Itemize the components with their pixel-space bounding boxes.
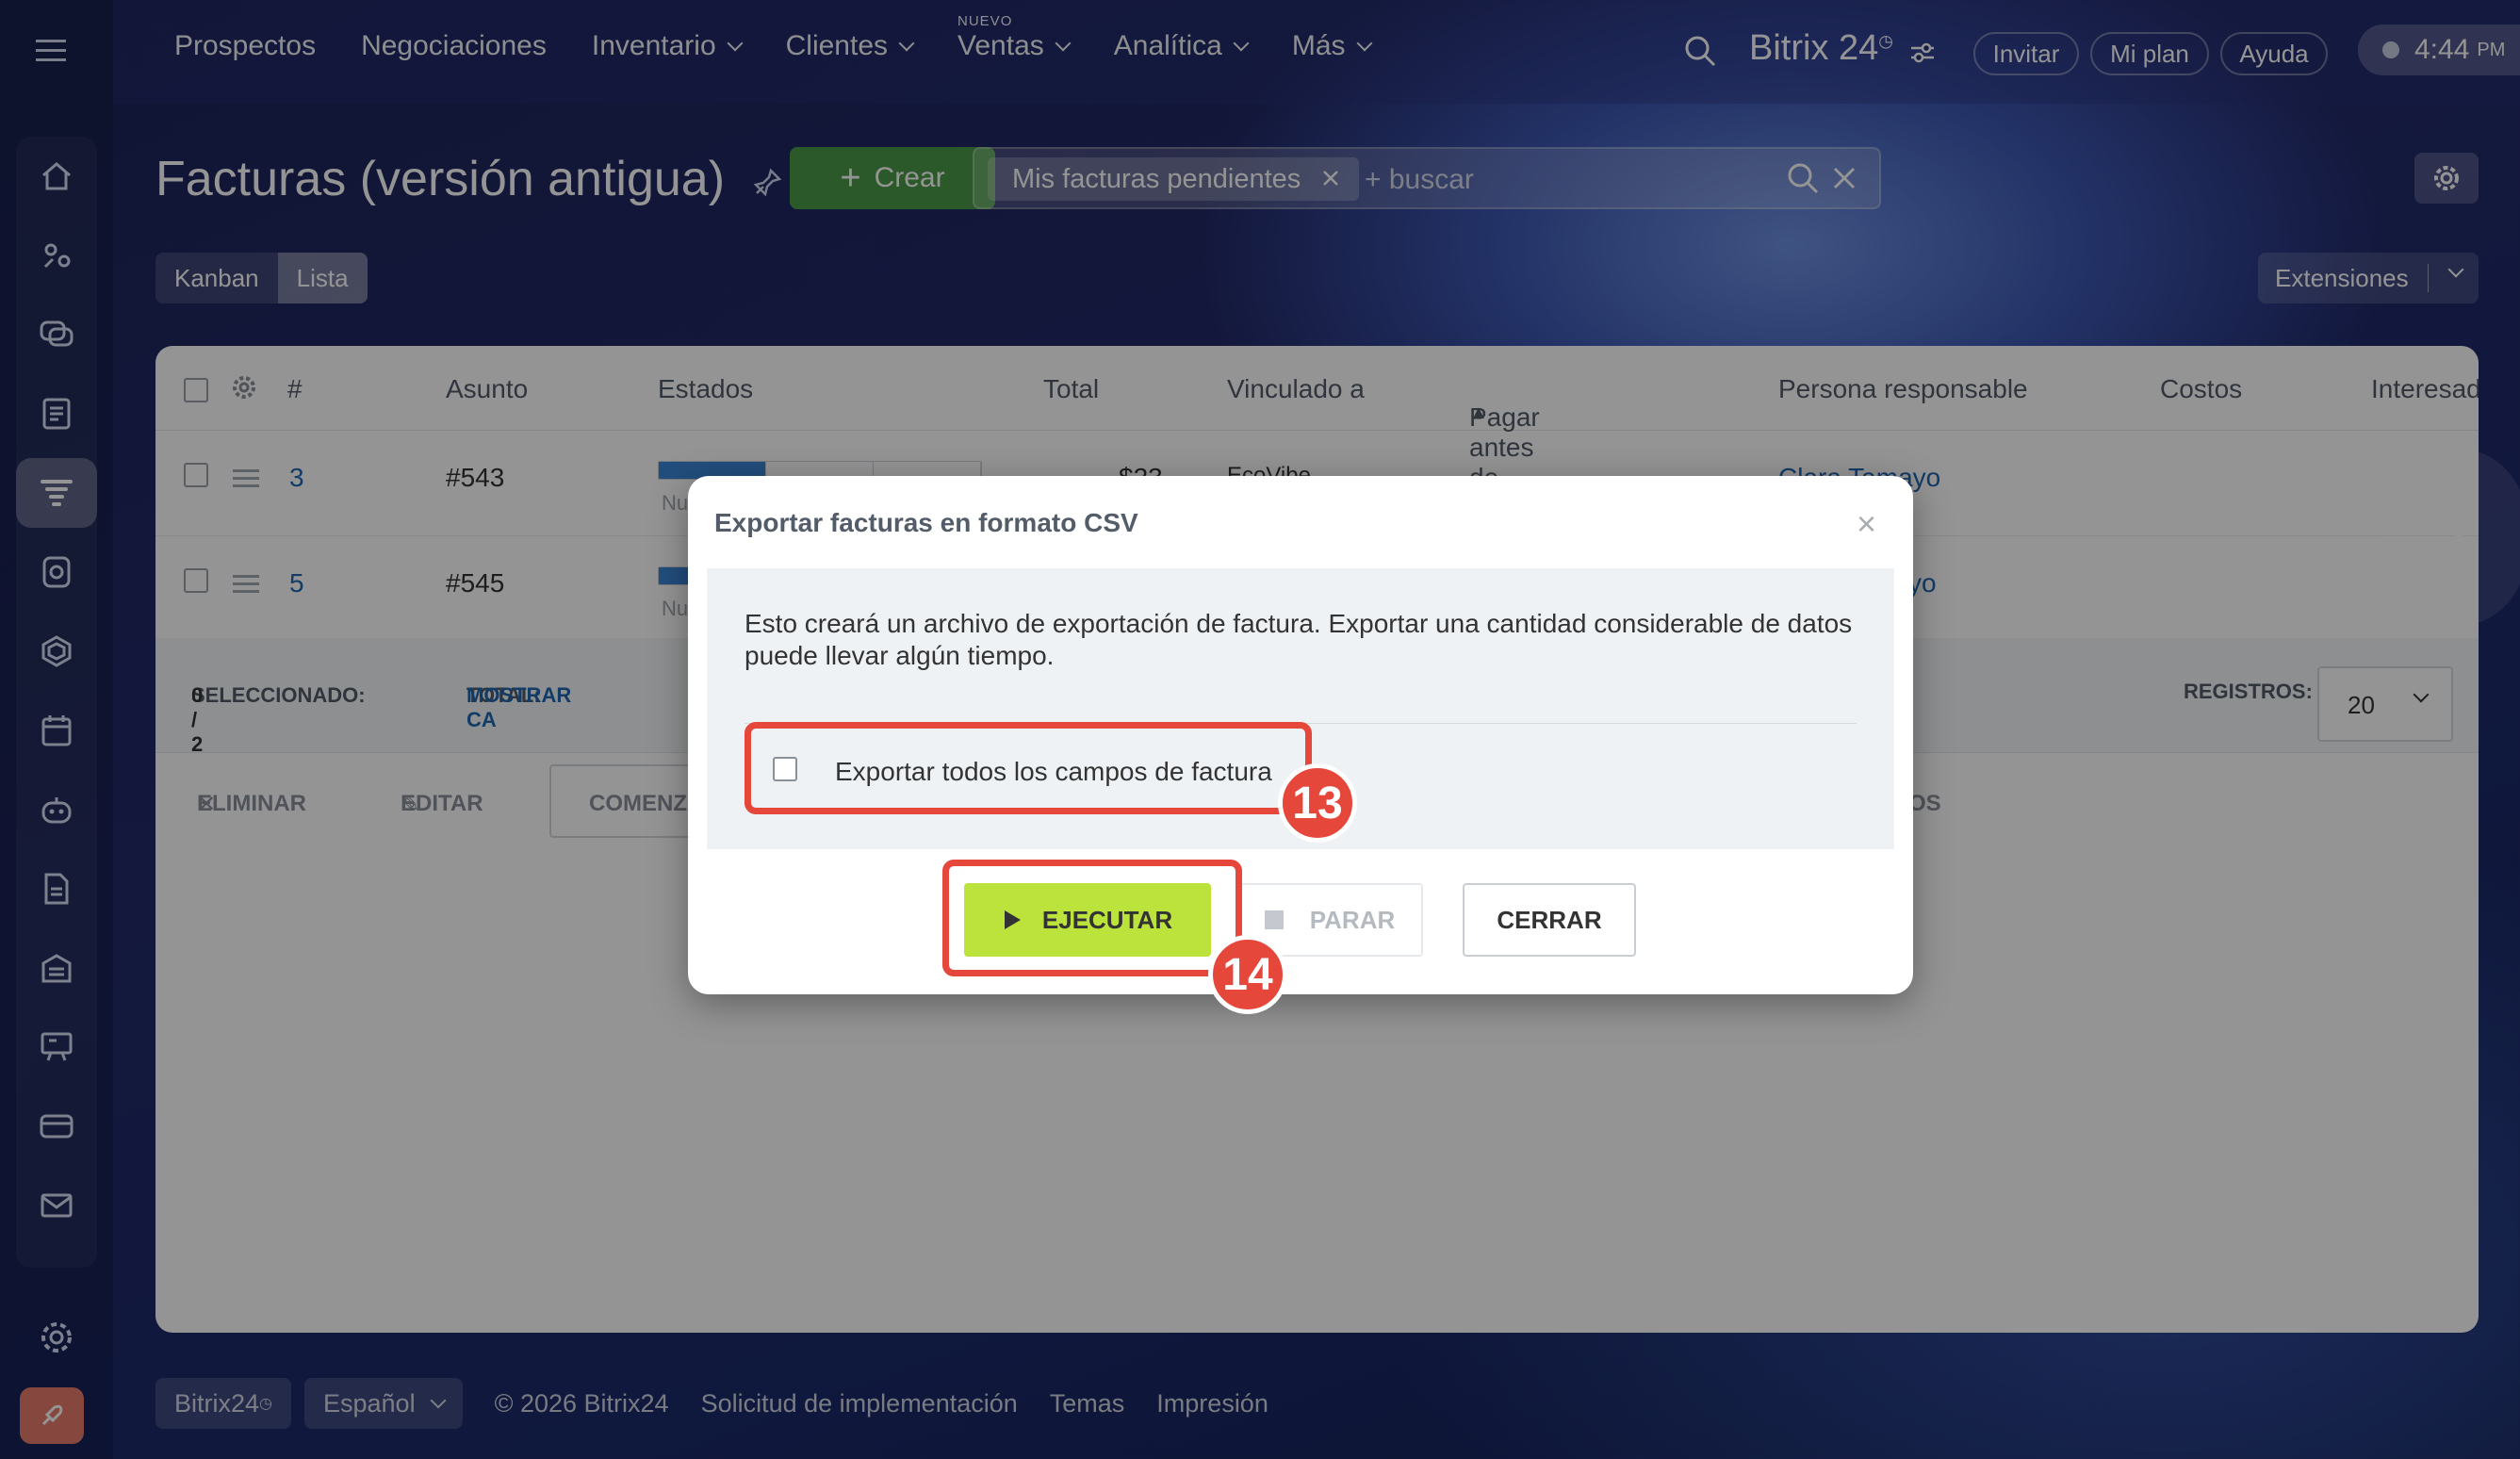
stop-label: PARAR <box>1309 905 1396 934</box>
dialog-description: Esto creará un archivo de exportación de… <box>745 609 1853 670</box>
highlight-run-button <box>942 860 1242 976</box>
step-badge-14: 14 <box>1208 935 1287 1014</box>
close-button[interactable]: CERRAR <box>1463 883 1636 957</box>
step-badge-13: 13 <box>1278 763 1357 843</box>
close-label: CERRAR <box>1497 905 1602 934</box>
dialog-title: Exportar facturas en formato CSV <box>714 508 1138 537</box>
highlight-export-checkbox <box>745 722 1312 814</box>
stop-icon <box>1264 910 1284 929</box>
dialog-close-icon[interactable]: × <box>1857 504 1876 544</box>
